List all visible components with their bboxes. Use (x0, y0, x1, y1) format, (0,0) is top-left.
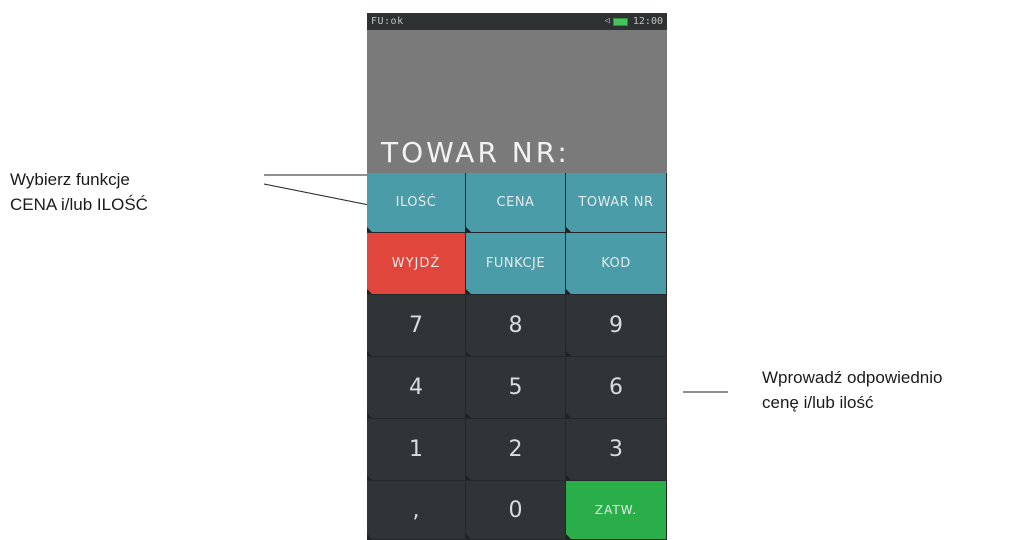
kod-label: KOD (601, 256, 631, 271)
zatw-button[interactable]: ZATW. (566, 481, 667, 540)
wyjdz-label: WYJDŹ (391, 256, 441, 271)
key-5-label: 5 (508, 375, 523, 400)
key-9[interactable]: 9 (566, 295, 667, 357)
key-9-label: 9 (609, 313, 623, 338)
status-bar: FU:ok ◁ 12:00 (367, 13, 667, 30)
battery-icon (612, 17, 628, 26)
funkcje-label: FUNKCJE (485, 256, 546, 271)
key-0[interactable]: 0 (466, 481, 566, 540)
clock: 12:00 (632, 16, 663, 27)
key-3-label: 3 (609, 437, 623, 462)
towar-nr-label: TOWAR NR (578, 195, 654, 210)
device-screen: FU:ok ◁ 12:00 TOWAR NR: ILOŚĆ CENA TOWAR… (367, 13, 667, 540)
key-6-label: 6 (609, 375, 623, 400)
annotation-right-line2: cenę i/lub ilość (762, 393, 874, 412)
key-8[interactable]: 8 (466, 295, 566, 357)
status-indicators: ◁ 12:00 (604, 13, 663, 30)
key-comma[interactable]: , (367, 481, 466, 540)
key-7-label: 7 (409, 313, 423, 338)
key-2[interactable]: 2 (466, 419, 566, 481)
funkcje-button[interactable]: FUNKCJE (466, 233, 566, 295)
display-prompt: TOWAR NR: (381, 136, 570, 169)
zatw-label: ZATW. (594, 503, 638, 517)
key-7[interactable]: 7 (367, 295, 466, 357)
key-6[interactable]: 6 (566, 357, 667, 419)
key-4[interactable]: 4 (367, 357, 466, 419)
annotation-right-line1: Wprowadź odpowiednio (762, 368, 943, 387)
stage: Wybierz funkcje CENA i/lub ILOŚĆ Wprowad… (0, 0, 1030, 540)
leader-line-to-ilosc (263, 183, 375, 207)
speaker-icon: ◁ (604, 16, 610, 26)
keypad: ILOŚĆ CENA TOWAR NR WYJDŹ FUNKCJE KOD 7 (367, 173, 667, 540)
key-2-label: 2 (508, 437, 523, 462)
key-0-label: 0 (508, 497, 523, 523)
display-area: TOWAR NR: (367, 30, 667, 173)
status-text: FU:ok (371, 16, 404, 27)
key-5[interactable]: 5 (466, 357, 566, 419)
ilosc-label: ILOŚĆ (395, 195, 437, 210)
key-comma-label: , (412, 497, 420, 523)
annotation-left-line2: CENA i/lub ILOŚĆ (10, 195, 148, 214)
cena-button[interactable]: CENA (466, 173, 566, 233)
wyjdz-button[interactable]: WYJDŹ (367, 233, 466, 295)
cena-label: CENA (496, 195, 535, 210)
key-1-label: 1 (409, 437, 423, 462)
kod-button[interactable]: KOD (566, 233, 667, 295)
key-1[interactable]: 1 (367, 419, 466, 481)
key-8-label: 8 (508, 313, 523, 338)
towar-nr-button[interactable]: TOWAR NR (566, 173, 667, 233)
annotation-enter-value: Wprowadź odpowiednio cenę i/lub ilość (762, 365, 943, 415)
annotation-left-line1: Wybierz funkcje (10, 170, 130, 189)
ilosc-button[interactable]: ILOŚĆ (367, 173, 466, 233)
annotation-select-function: Wybierz funkcje CENA i/lub ILOŚĆ (10, 167, 148, 217)
key-3[interactable]: 3 (566, 419, 667, 481)
key-4-label: 4 (409, 375, 423, 400)
